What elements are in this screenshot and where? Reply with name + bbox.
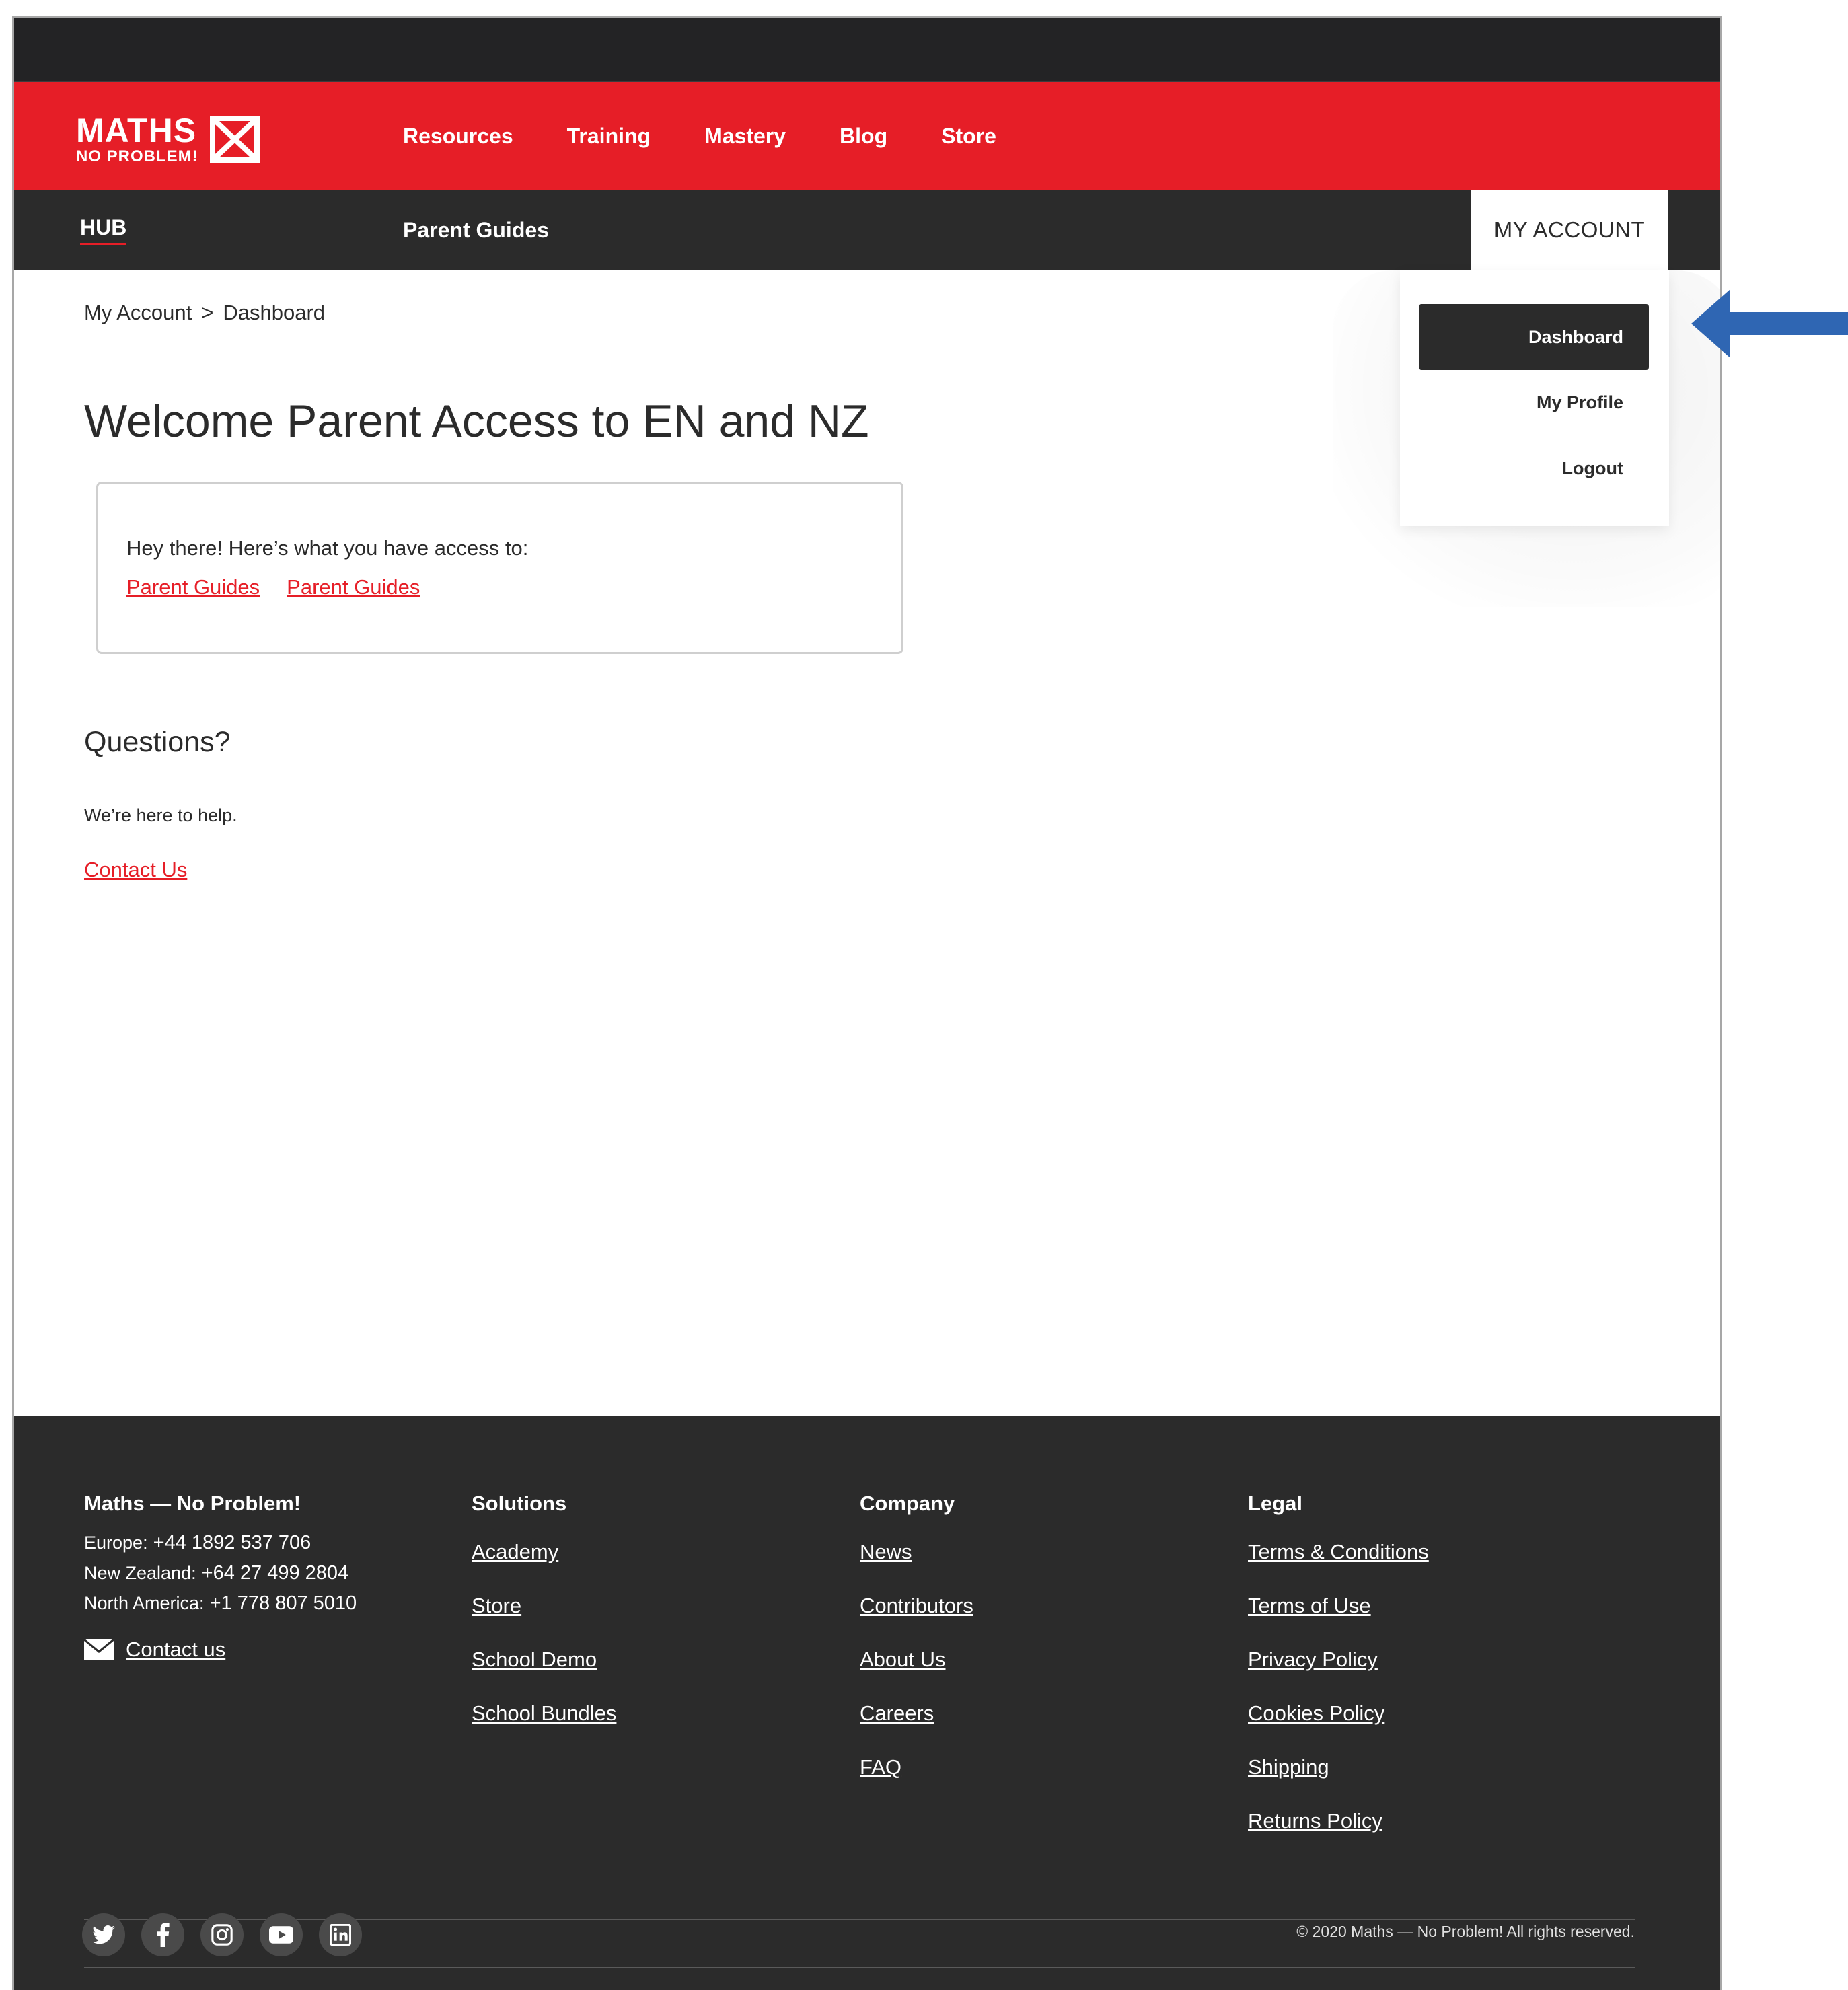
hub-link[interactable]: HUB [80, 190, 127, 270]
linkedin-icon[interactable] [319, 1913, 362, 1956]
instagram-icon[interactable] [200, 1913, 244, 1956]
social-links [82, 1913, 378, 1956]
breadcrumb-current: Dashboard [223, 301, 326, 324]
footer-col-solutions: Solutions Academy Store School Demo Scho… [472, 1491, 616, 1755]
nav-resources[interactable]: Resources [403, 124, 513, 149]
nav-training[interactable]: Training [567, 124, 651, 149]
footer-contact: Contact us [84, 1637, 357, 1662]
mail-icon [84, 1639, 114, 1660]
footer-link-shipping[interactable]: Shipping [1248, 1755, 1429, 1779]
nav-store[interactable]: Store [941, 124, 996, 149]
pointer-arrow-icon [1691, 289, 1848, 358]
breadcrumb-parent[interactable]: My Account [84, 301, 192, 325]
help-text: We’re here to help. [84, 805, 237, 825]
footer-legal-heading: Legal [1248, 1491, 1302, 1515]
footer-link-terms-of-use[interactable]: Terms of Use [1248, 1594, 1429, 1618]
youtube-icon[interactable] [260, 1913, 303, 1956]
footer-phone-nz: New Zealand: +64 27 499 2804 [84, 1562, 349, 1584]
logo-text: MATHS NO PROBLEM! [76, 114, 198, 165]
footer-phone-europe: Europe: +44 1892 537 706 [84, 1532, 311, 1553]
footer-link-careers[interactable]: Careers [860, 1701, 973, 1726]
nav-blog[interactable]: Blog [840, 124, 887, 149]
footer-link-terms-conditions[interactable]: Terms & Conditions [1248, 1540, 1429, 1564]
questions-heading: Questions? [84, 726, 231, 758]
footer-company-heading: Company [860, 1491, 955, 1515]
logo-main: MATHS [76, 112, 197, 149]
main-header: MATHS NO PROBLEM! Resources Training Mas… [14, 82, 1720, 190]
browser-top-strip [14, 18, 1720, 81]
dropdown-item-logout[interactable]: Logout [1419, 435, 1649, 501]
footer-link-cookies-policy[interactable]: Cookies Policy [1248, 1701, 1429, 1726]
footer-col-brand: Maths — No Problem! Europe: +44 1892 537… [84, 1491, 357, 1662]
facebook-icon[interactable] [141, 1913, 184, 1956]
access-card-text: Hey there! Here’s what you have access t… [126, 536, 529, 560]
access-link-parent-guides-1[interactable]: Parent Guides [126, 575, 260, 599]
site-footer: Maths — No Problem! Europe: +44 1892 537… [14, 1416, 1720, 1990]
browser-frame: MATHS NO PROBLEM! Resources Training Mas… [12, 16, 1722, 1990]
access-card: Hey there! Here’s what you have access t… [96, 482, 903, 654]
footer-col-company: Company News Contributors About Us Caree… [860, 1491, 973, 1809]
footer-col-legal: Legal Terms & Conditions Terms of Use Pr… [1248, 1491, 1429, 1863]
footer-brand: Maths — No Problem! [84, 1491, 301, 1515]
site-logo[interactable]: MATHS NO PROBLEM! [76, 112, 262, 166]
dropdown-item-my-profile[interactable]: My Profile [1419, 369, 1649, 435]
footer-link-returns-policy[interactable]: Returns Policy [1248, 1809, 1429, 1833]
breadcrumb-separator: > [201, 301, 214, 324]
footer-contact-link[interactable]: Contact us [126, 1637, 225, 1662]
footer-divider-bottom [84, 1967, 1635, 1968]
footer-link-contributors[interactable]: Contributors [860, 1594, 973, 1618]
footer-solutions-heading: Solutions [472, 1491, 567, 1515]
account-dropdown-menu: Dashboard My Profile Logout [1400, 270, 1669, 526]
logo-sub: NO PROBLEM! [76, 147, 198, 165]
my-account-tab[interactable]: MY ACCOUNT [1471, 190, 1668, 270]
footer-phone-na: North America: +1 778 807 5010 [84, 1592, 357, 1614]
footer-link-news[interactable]: News [860, 1540, 973, 1564]
footer-link-school-bundles[interactable]: School Bundles [472, 1701, 616, 1726]
footer-link-faq[interactable]: FAQ [860, 1755, 973, 1779]
sub-nav-parent-guides[interactable]: Parent Guides [403, 190, 549, 270]
access-card-links: Parent Guides Parent Guides [126, 575, 447, 599]
nav-mastery[interactable]: Mastery [704, 124, 786, 149]
twitter-icon[interactable] [82, 1913, 125, 1956]
hub-label: HUB [80, 215, 127, 245]
footer-link-academy[interactable]: Academy [472, 1540, 616, 1564]
copyright-text: © 2020 Maths — No Problem! All rights re… [1296, 1923, 1635, 1940]
access-link-parent-guides-2[interactable]: Parent Guides [287, 575, 420, 599]
contact-us-link[interactable]: Contact Us [84, 858, 187, 882]
breadcrumb: My Account > Dashboard [84, 301, 325, 325]
footer-link-privacy-policy[interactable]: Privacy Policy [1248, 1648, 1429, 1672]
footer-link-school-demo[interactable]: School Demo [472, 1648, 616, 1672]
dropdown-item-dashboard[interactable]: Dashboard [1419, 304, 1649, 370]
main-nav: Resources Training Mastery Blog Store [403, 82, 1050, 190]
logo-envelope-icon [209, 116, 260, 163]
sub-nav-bar: HUB Parent Guides MY ACCOUNT [14, 190, 1720, 270]
footer-link-store[interactable]: Store [472, 1594, 616, 1618]
footer-link-about-us[interactable]: About Us [860, 1648, 973, 1672]
page-title: Welcome Parent Access to EN and NZ [84, 396, 869, 447]
